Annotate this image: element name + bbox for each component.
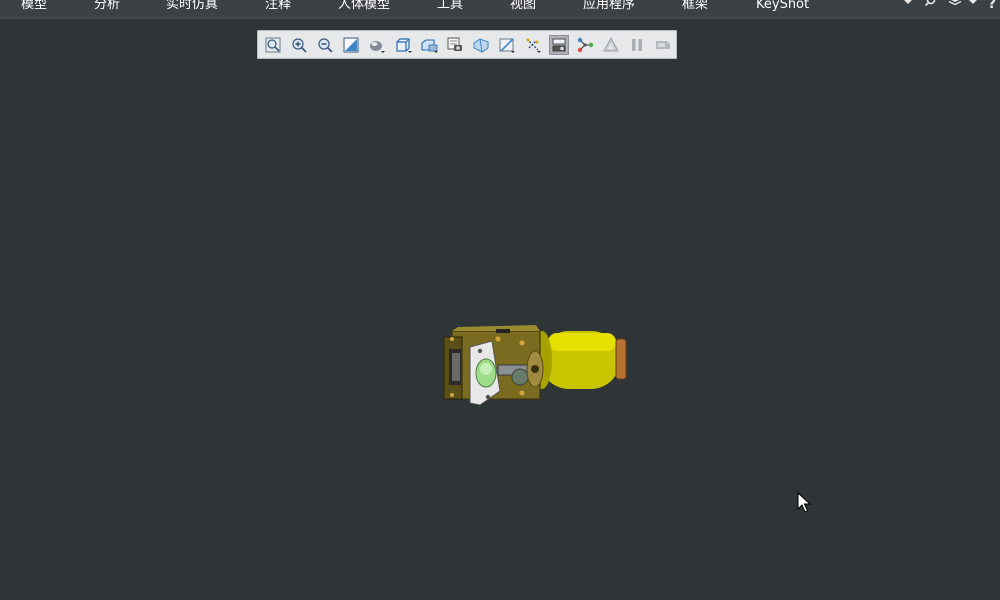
zoom-window-icon[interactable] (341, 35, 361, 55)
menu-applications[interactable]: 应用程序 (583, 0, 635, 16)
perspective-view-icon[interactable] (445, 35, 465, 55)
search-icon[interactable] (924, 0, 936, 14)
help-icon[interactable]: ? (988, 0, 996, 14)
zoom-in-icon[interactable] (289, 35, 309, 55)
zoom-out-icon[interactable] (315, 35, 335, 55)
stop-icon[interactable] (653, 35, 673, 55)
display-style-icon[interactable] (367, 35, 387, 55)
menu-analysis[interactable]: 分析 (94, 0, 120, 16)
annotation-display-icon[interactable] (497, 35, 517, 55)
refit-icon[interactable] (263, 35, 283, 55)
menu-framework[interactable]: 框架 (682, 0, 708, 16)
mouse-cursor-icon (797, 492, 811, 513)
simulation-icon[interactable] (601, 35, 621, 55)
view-manager-icon[interactable] (419, 35, 439, 55)
menu-tools[interactable]: 工具 (437, 0, 463, 16)
ribbon-menubar: 模型 分析 实时仿真 注释 人体模型 工具 视图 应用程序 框架 KeyShot… (0, 0, 1000, 19)
3d-model-assembly[interactable] (440, 325, 630, 410)
menu-human-model[interactable]: 人体模型 (338, 0, 390, 16)
saved-orientations-icon[interactable] (393, 35, 413, 55)
menu-model[interactable]: 模型 (21, 0, 47, 16)
connect-icon[interactable] (575, 35, 595, 55)
graphics-viewport[interactable] (0, 19, 1000, 600)
view-toolbar (257, 30, 677, 59)
menu-annotate[interactable]: 注释 (265, 0, 291, 16)
dropdown-icon[interactable] (903, 0, 913, 14)
spin-center-icon[interactable] (549, 35, 569, 55)
menu-view[interactable]: 视图 (510, 0, 536, 16)
pause-icon[interactable] (627, 35, 647, 55)
layers-icon[interactable] (948, 0, 962, 14)
menu-live-simulation[interactable]: 实时仿真 (166, 0, 218, 16)
section-icon[interactable] (471, 35, 491, 55)
menu-keyshot[interactable]: KeyShot (756, 0, 809, 16)
datum-display-icon[interactable] (523, 35, 543, 55)
dropdown-icon[interactable] (968, 0, 978, 14)
